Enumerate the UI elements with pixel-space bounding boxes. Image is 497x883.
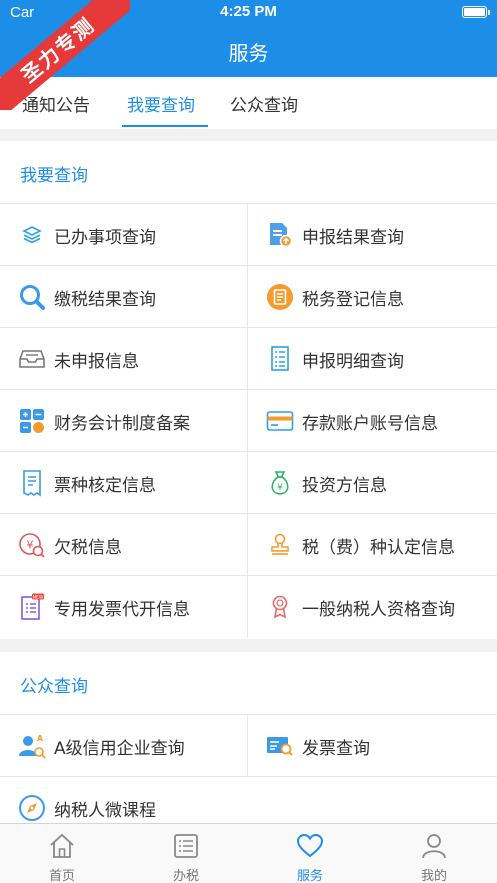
grid-row: 已办事项查询 申报结果查询 <box>0 203 497 266</box>
item-label: 财务会计制度备案 <box>54 413 190 434</box>
query-item-invoice-type[interactable]: 票种核定信息 <box>0 452 248 514</box>
item-label: 发票查询 <box>302 738 370 759</box>
item-label: 已办事项查询 <box>54 227 156 248</box>
query-item-declare-detail[interactable]: 申报明细查询 <box>248 328 496 390</box>
money-bag-icon: ¥ <box>266 469 294 497</box>
calculator-icon <box>18 407 46 435</box>
bottom-tab-label: 办税 <box>172 869 199 883</box>
bottom-tab-label: 首页 <box>48 869 75 883</box>
query-item-general-taxpayer[interactable]: 一般纳税人资格查询 <box>248 576 496 638</box>
item-label: 缴税结果查询 <box>54 289 156 310</box>
query-item-tax-arrears[interactable]: ¥ 欠税信息 <box>0 514 248 576</box>
bottom-tab-label: 我的 <box>420 869 447 883</box>
grid-row: A A级信用企业查询 发票查询 <box>0 714 497 777</box>
grid-row: 票种核定信息 ¥ 投资方信息 <box>0 451 497 514</box>
query-item-accounting-filing[interactable]: 财务会计制度备案 <box>0 390 248 452</box>
list-icon <box>172 832 200 860</box>
query-item-declare-result[interactable]: 申报结果查询 <box>248 204 496 266</box>
grid-row: 缴税结果查询 税务登记信息 <box>0 265 497 328</box>
inbox-tray-icon <box>18 345 46 373</box>
item-label: A级信用企业查询 <box>54 738 185 759</box>
yen-search-icon: ¥ <box>18 531 46 559</box>
item-label: 专用发票代开信息 <box>54 599 190 620</box>
section-my-query: 我要查询 已办事项查询 申报结果查询 缴税结果查询 税务登记信息 未申报信息 申… <box>0 141 497 639</box>
tab-public-query[interactable]: 公众查询 <box>230 91 298 116</box>
bottom-tab-service[interactable]: 服务 <box>248 824 372 883</box>
svg-text:NEW: NEW <box>33 594 44 600</box>
section-public-query: 公众查询 A A级信用企业查询 发票查询 纳税人微课程 <box>0 652 497 827</box>
search-icon <box>18 283 46 311</box>
profile-icon <box>420 832 448 860</box>
item-label: 欠税信息 <box>54 537 122 558</box>
item-label: 一般纳税人资格查询 <box>302 599 455 620</box>
tab-active-indicator <box>122 125 208 127</box>
new-invoice-icon: NEW <box>18 593 46 621</box>
stamp-icon <box>266 531 294 559</box>
bank-card-icon <box>266 407 294 435</box>
layers-icon <box>18 221 46 249</box>
query-item-tax-registration[interactable]: 税务登记信息 <box>248 266 496 328</box>
query-item-payment-result[interactable]: 缴税结果查询 <box>0 266 248 328</box>
query-item-special-invoice[interactable]: NEW 专用发票代开信息 <box>0 576 248 638</box>
bottom-tab-home[interactable]: 首页 <box>0 824 124 883</box>
query-item-bank-account[interactable]: 存款账户账号信息 <box>248 390 496 452</box>
bottom-tab-bar: 首页 办税 服务 我的 <box>0 823 497 883</box>
query-item-undeclared[interactable]: 未申报信息 <box>0 328 248 390</box>
invoice-search-icon <box>266 732 294 760</box>
watermark-ribbon: 圣力专测 <box>0 0 130 110</box>
item-label: 税（费）种认定信息 <box>302 537 455 558</box>
compass-icon <box>18 794 46 822</box>
grid-row: 未申报信息 申报明细查询 <box>0 327 497 390</box>
register-icon <box>266 283 294 311</box>
query-item-completed[interactable]: 已办事项查询 <box>0 204 248 266</box>
document-upload-icon <box>266 221 294 249</box>
section-title: 公众查询 <box>20 677 88 697</box>
svg-text:¥: ¥ <box>27 539 34 552</box>
user-credit-icon: A <box>18 732 46 760</box>
section-title: 我要查询 <box>20 166 88 186</box>
item-label: 申报结果查询 <box>302 227 404 248</box>
query-item-investor[interactable]: ¥ 投资方信息 <box>248 452 496 514</box>
svg-text:A: A <box>37 734 44 743</box>
query-item-a-level-credit[interactable]: A A级信用企业查询 <box>0 715 248 777</box>
item-label: 未申报信息 <box>54 351 139 372</box>
bottom-tab-tax[interactable]: 办税 <box>124 824 248 883</box>
grid-row: 财务会计制度备案 存款账户账号信息 <box>0 389 497 452</box>
receipt-icon <box>18 469 46 497</box>
item-label: 税务登记信息 <box>302 289 404 310</box>
bottom-tab-profile[interactable]: 我的 <box>372 824 496 883</box>
query-item-tax-category[interactable]: 税（费）种认定信息 <box>248 514 496 576</box>
item-label: 票种核定信息 <box>54 475 156 496</box>
tab-my-query[interactable]: 我要查询 <box>127 91 195 116</box>
svg-text:¥: ¥ <box>277 483 283 493</box>
query-item-invoice[interactable]: 发票查询 <box>248 715 496 777</box>
award-icon <box>266 593 294 621</box>
watermark-text: 圣力专测 <box>0 0 130 110</box>
item-label: 纳税人微课程 <box>54 800 156 821</box>
item-label: 申报明细查询 <box>302 351 404 372</box>
item-label: 存款账户账号信息 <box>302 413 438 434</box>
item-label: 投资方信息 <box>302 475 387 496</box>
home-icon <box>48 832 76 860</box>
grid-row: ¥ 欠税信息 税（费）种认定信息 <box>0 513 497 576</box>
grid-row: NEW 专用发票代开信息 一般纳税人资格查询 <box>0 575 497 638</box>
bottom-tab-label: 服务 <box>296 869 323 883</box>
heart-icon <box>296 832 324 860</box>
list-document-icon <box>266 345 294 373</box>
battery-icon <box>462 6 490 18</box>
